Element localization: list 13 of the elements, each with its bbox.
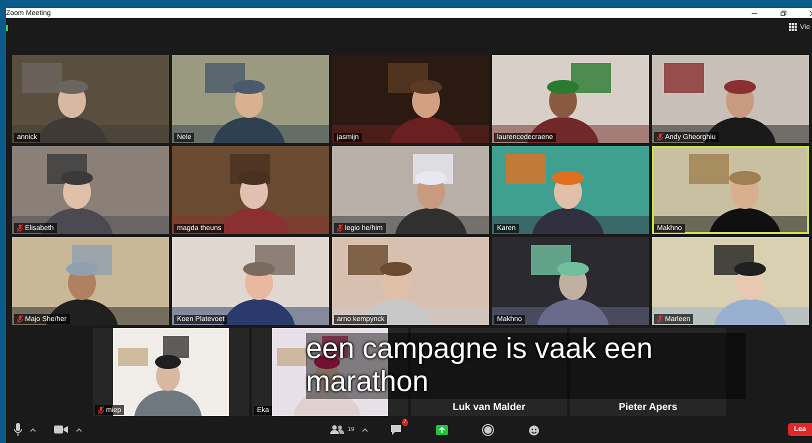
chat-icon[interactable] [390, 424, 402, 435]
record-icon[interactable] [482, 424, 494, 436]
smiley-icon[interactable] [528, 424, 540, 436]
camera-icon[interactable] [54, 425, 68, 434]
restore-icon[interactable] [780, 10, 787, 16]
share-screen-icon[interactable] [436, 424, 448, 434]
caret-icon[interactable] [362, 428, 368, 432]
participants-icon[interactable] [330, 425, 344, 434]
microphone-icon[interactable] [14, 423, 22, 436]
participant-name: Pieter Apers [618, 402, 678, 413]
caret-icon[interactable] [76, 428, 82, 432]
caret-icon[interactable] [30, 428, 36, 432]
participant-name: Luk van Malder [452, 402, 526, 413]
